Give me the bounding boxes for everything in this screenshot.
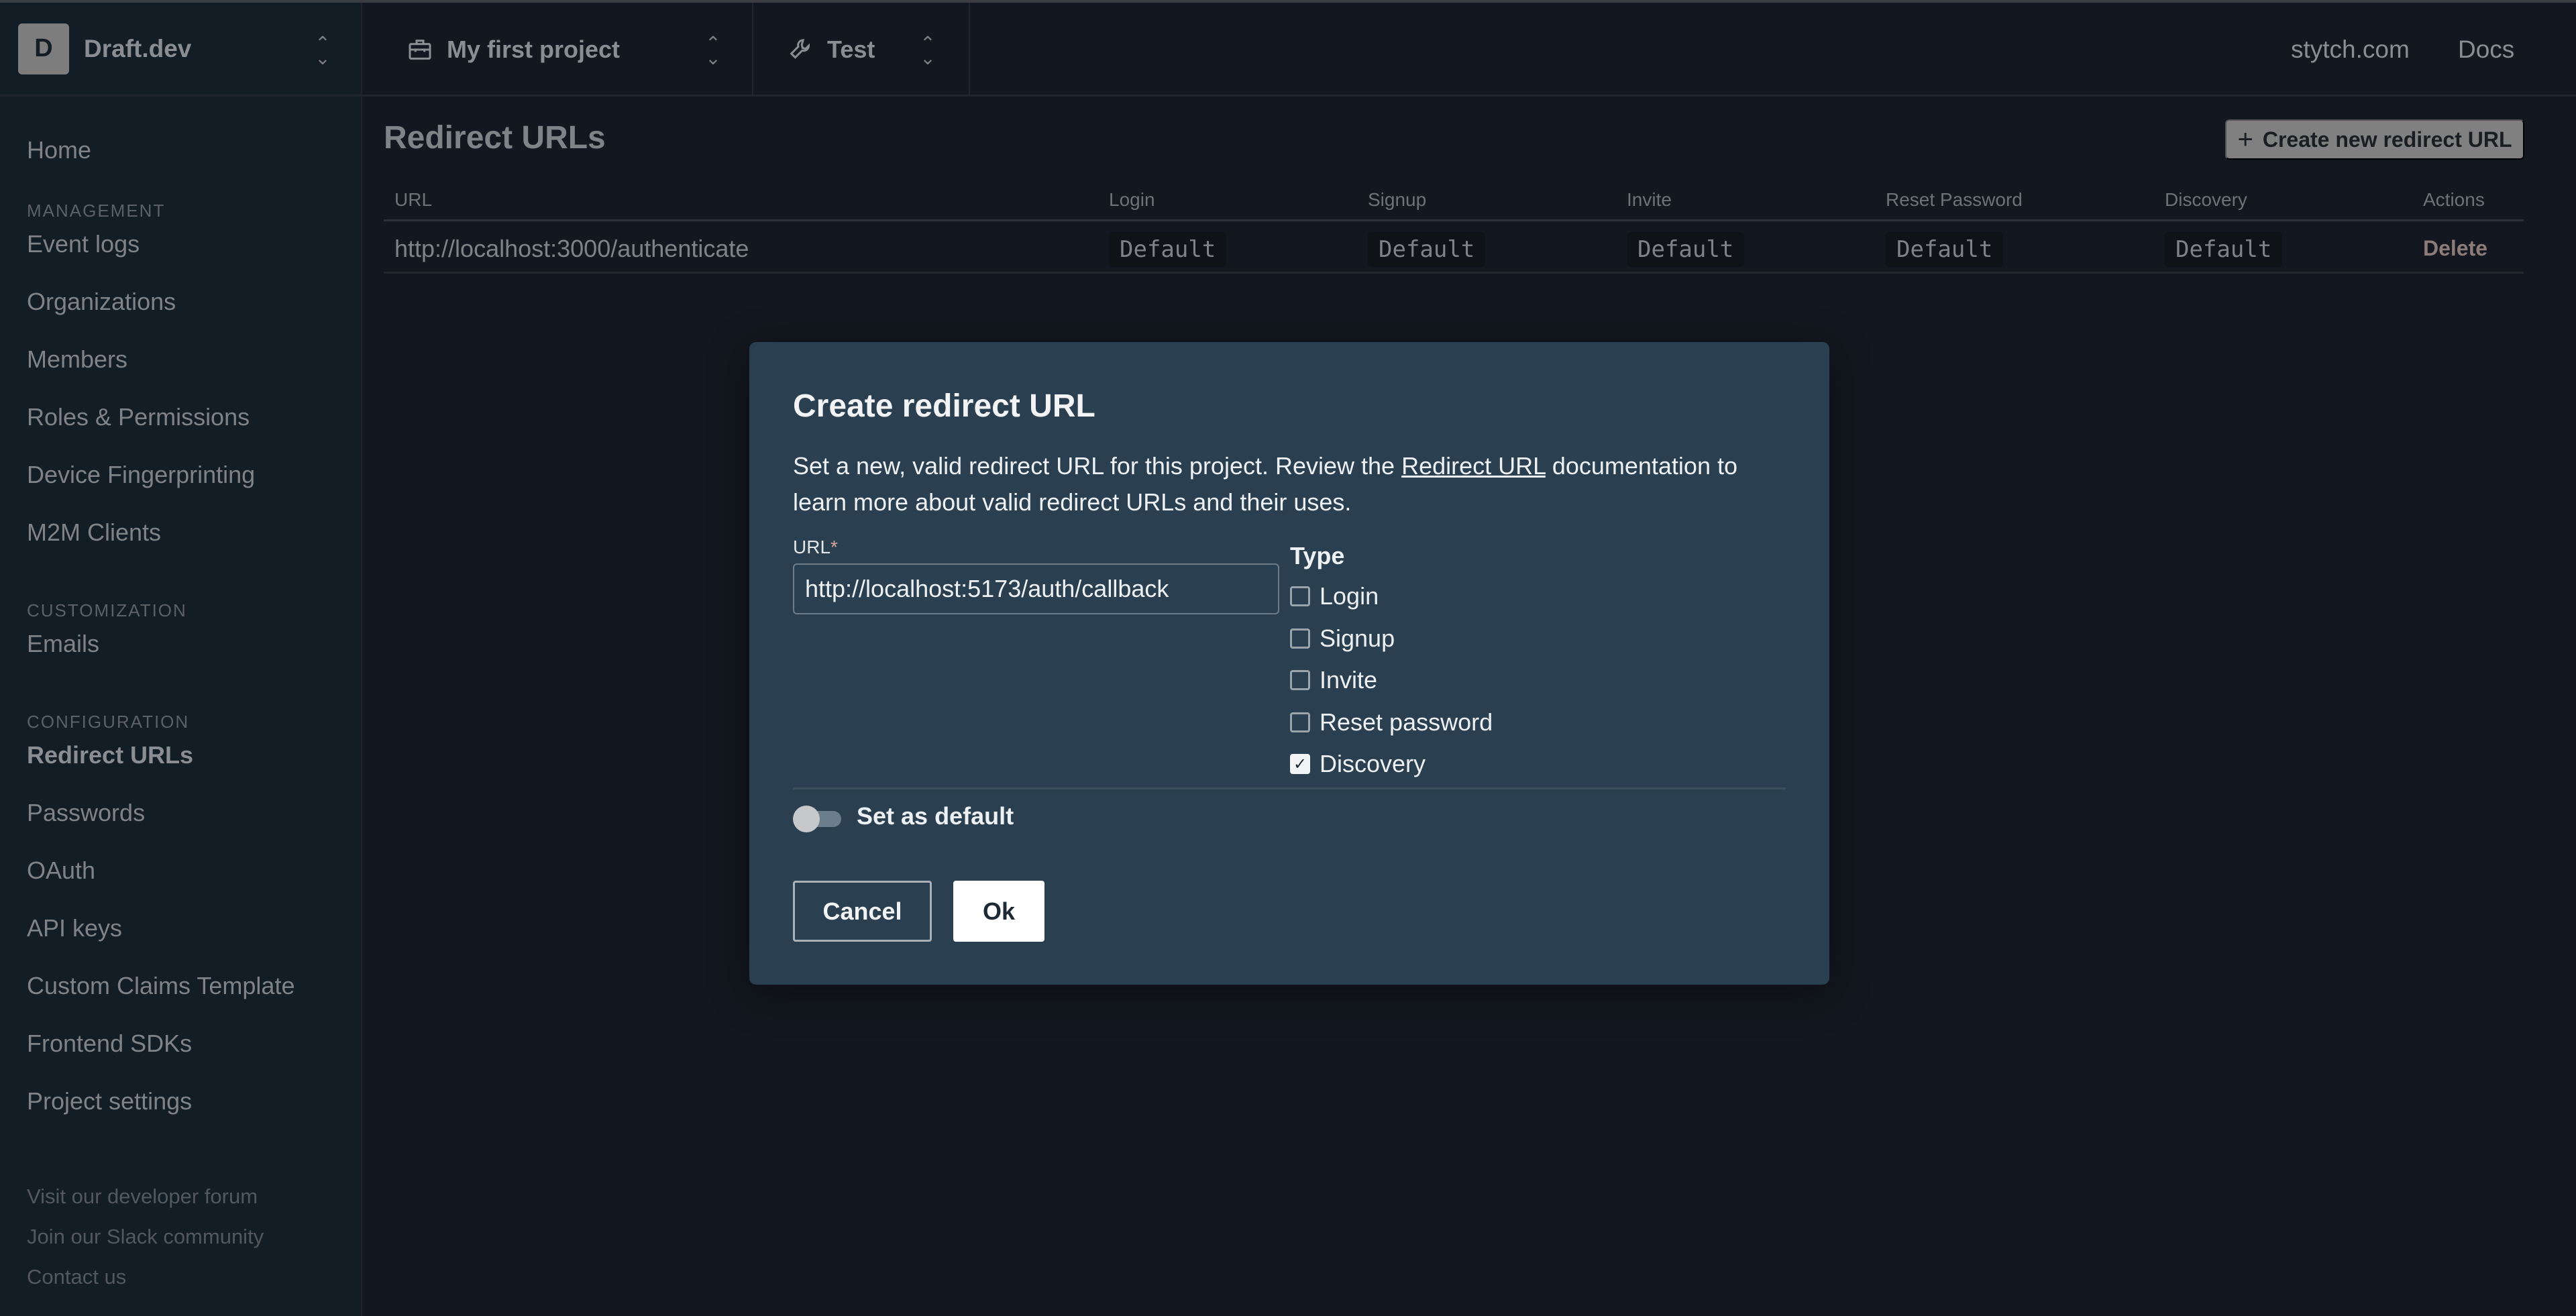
briefcase-icon [409, 40, 431, 60]
row-url: http://localhost:3000/authenticate [394, 235, 749, 262]
checkbox-label: Signup [1320, 624, 1395, 652]
sidebar-footer: Visit our developer forum Join our Slack… [27, 1176, 264, 1297]
column-header-invite: Invite [1627, 189, 1672, 210]
project-name: My first project [447, 36, 621, 63]
sidebar-item-oauth[interactable]: OAuth [27, 851, 349, 908]
cancel-button[interactable]: Cancel [793, 881, 932, 942]
login-default-badge: Default [1109, 232, 1227, 267]
checkbox-invite[interactable] [1290, 670, 1310, 691]
type-option-invite[interactable]: Invite [1290, 659, 1493, 702]
checkbox-label: Discovery [1320, 750, 1426, 778]
org-switcher[interactable]: D Draft.dev ⌃ ⌄ [0, 3, 362, 97]
sidebar-item-home[interactable]: Home [27, 130, 349, 188]
sidebar-item-members[interactable]: Members [27, 339, 349, 397]
checkbox-label: Login [1320, 582, 1379, 610]
set-default-toggle[interactable] [793, 804, 844, 834]
type-label: Type [1290, 542, 1345, 569]
project-switcher[interactable]: My first project ⌃ ⌄ [362, 3, 753, 97]
column-header-actions: Actions [2423, 189, 2485, 210]
stytch-link[interactable]: stytch.com [2291, 3, 2410, 97]
type-option-login[interactable]: Login [1290, 575, 1493, 618]
type-option-reset-password[interactable]: Reset password [1290, 702, 1493, 744]
docs-link[interactable]: Docs [2458, 3, 2514, 97]
chevron-up-down-icon: ⌃ ⌄ [315, 33, 331, 68]
type-option-discovery[interactable]: ✓ Discovery [1290, 743, 1493, 785]
delete-button[interactable]: Delete [2423, 236, 2487, 261]
table-row: http://localhost:3000/authenticate Defau… [384, 221, 2524, 274]
environment-switcher[interactable]: Test ⌃ ⌄ [753, 3, 970, 97]
checkbox-discovery[interactable]: ✓ [1290, 754, 1310, 775]
chevron-up-down-icon: ⌃ ⌄ [920, 33, 936, 68]
type-option-signup[interactable]: Signup [1290, 618, 1493, 660]
sidebar: D Draft.dev ⌃ ⌄ Home MANAGEMENT Event log… [0, 3, 362, 1316]
developer-forum-link[interactable]: Visit our developer forum [27, 1176, 264, 1217]
sidebar-item-passwords[interactable]: Passwords [27, 793, 349, 851]
url-field-label: URL* [793, 537, 838, 558]
sidebar-item-redirect-urls[interactable]: Redirect URLs [27, 735, 349, 793]
environment-name: Test [827, 36, 875, 63]
sidebar-item-organizations[interactable]: Organizations [27, 282, 349, 339]
url-input[interactable] [793, 563, 1279, 614]
create-redirect-url-dialog: Create redirect URL Set a new, valid red… [749, 342, 1829, 985]
sidebar-nav: Home MANAGEMENT Event logs Organizations… [27, 130, 349, 1139]
sidebar-item-project-settings[interactable]: Project settings [27, 1081, 349, 1139]
signup-default-badge: Default [1368, 232, 1486, 267]
sidebar-item-emails[interactable]: Emails [27, 624, 349, 681]
org-avatar: D [18, 23, 69, 74]
redirect-url-docs-link[interactable]: Redirect URL [1401, 452, 1546, 480]
create-redirect-url-label: Create new redirect URL [2262, 127, 2512, 152]
required-mark: * [830, 537, 838, 557]
table-header: URL Login Signup Invite Reset Password D… [384, 181, 2524, 221]
sidebar-item-device-fingerprinting[interactable]: Device Fingerprinting [27, 455, 349, 512]
sidebar-section-management: MANAGEMENT [27, 201, 166, 221]
invite-default-badge: Default [1627, 232, 1745, 267]
plus-icon: + [2237, 125, 2253, 154]
type-checkbox-group: Login Signup Invite Reset password ✓ Dis… [1290, 575, 1493, 785]
checkbox-login[interactable] [1290, 586, 1310, 607]
ok-button[interactable]: Ok [953, 881, 1044, 942]
column-header-signup: Signup [1368, 189, 1427, 210]
checkbox-label: Reset password [1320, 708, 1493, 736]
sidebar-item-event-logs[interactable]: Event logs [27, 224, 349, 282]
checkbox-label: Invite [1320, 666, 1378, 694]
url-label-text: URL [793, 537, 831, 557]
description-text: Set a new, valid redirect URL for this p… [793, 452, 1402, 480]
sidebar-item-api-keys[interactable]: API keys [27, 908, 349, 966]
set-default-label: Set as default [857, 802, 1014, 830]
contact-us-link[interactable]: Contact us [27, 1257, 264, 1297]
dialog-description: Set a new, valid redirect URL for this p… [793, 448, 1786, 520]
sidebar-item-custom-claims-template[interactable]: Custom Claims Template [27, 966, 349, 1024]
sidebar-item-m2m-clients[interactable]: M2M Clients [27, 512, 349, 570]
redirect-urls-table: URL Login Signup Invite Reset Password D… [384, 181, 2524, 274]
chevron-up-down-icon: ⌃ ⌄ [705, 33, 721, 68]
sidebar-item-frontend-sdks[interactable]: Frontend SDKs [27, 1024, 349, 1081]
page-title: Redirect URLs [384, 120, 606, 156]
sidebar-section-customization: CUSTOMIZATION [27, 600, 187, 620]
column-header-discovery: Discovery [2165, 189, 2247, 210]
checkbox-signup[interactable] [1290, 628, 1310, 649]
slack-community-link[interactable]: Join our Slack community [27, 1217, 264, 1257]
sidebar-item-roles-permissions[interactable]: Roles & Permissions [27, 397, 349, 455]
dialog-title: Create redirect URL [793, 388, 1095, 424]
org-name: Draft.dev [84, 34, 192, 62]
create-redirect-url-button[interactable]: + Create new redirect URL [2225, 119, 2524, 160]
dialog-divider [793, 787, 1786, 789]
checkbox-reset-password[interactable] [1290, 712, 1310, 732]
sidebar-section-configuration: CONFIGURATION [27, 712, 190, 732]
column-header-login: Login [1109, 189, 1155, 210]
column-header-reset-password: Reset Password [1886, 189, 2023, 210]
top-bar: My first project ⌃ ⌄ Test ⌃ ⌄ stytch.com D… [362, 3, 2576, 97]
toggle-knob [793, 806, 820, 832]
column-header-url: URL [394, 189, 433, 210]
wrench-icon [790, 39, 810, 59]
discovery-default-badge: Default [2165, 232, 2283, 267]
reset-password-default-badge: Default [1886, 232, 2004, 267]
